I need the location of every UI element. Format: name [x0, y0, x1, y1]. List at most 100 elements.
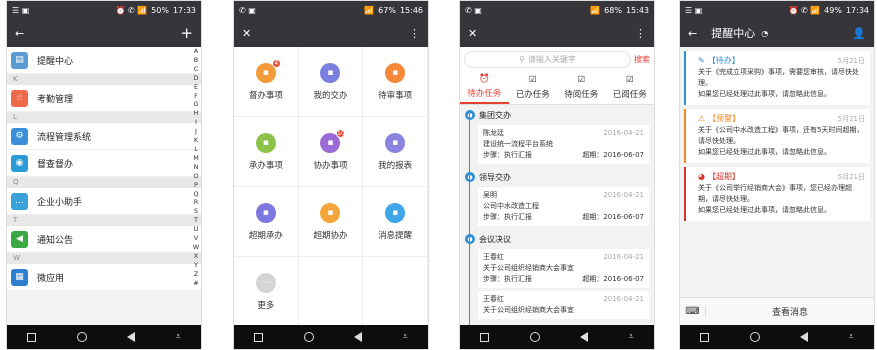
notification-icon[interactable]: ⩡ — [629, 332, 634, 342]
more-icon[interactable]: ⋮ — [635, 27, 646, 40]
grid-cell[interactable]: ▪ 超期承办 — [234, 187, 299, 257]
back-nav-icon[interactable] — [127, 332, 136, 342]
alphabet-index[interactable]: A B C D E F G H I J K L M N O P Q R S T U V W X Y Z # — [191, 47, 201, 287]
back-icon[interactable]: ← — [688, 27, 697, 40]
task-card[interactable]: 吴明 2016-04-21 公司中水改造工程 步骤：执行汇报 超期：2016-06-07 — [478, 187, 649, 226]
reminder-date: 5月21日 — [837, 173, 865, 181]
recent-apps-icon[interactable] — [700, 332, 710, 342]
list-item[interactable]: ◀ 通知公告 — [7, 226, 201, 253]
notification-icon[interactable]: ⩡ — [176, 332, 181, 342]
home-icon[interactable] — [529, 332, 540, 342]
function-icon: ▪ — [320, 202, 341, 223]
task-date: 2016-04-21 — [603, 129, 644, 137]
index-letter[interactable]: N — [194, 163, 199, 172]
index-letter[interactable]: # — [193, 279, 198, 288]
index-letter[interactable]: D — [193, 74, 198, 83]
index-letter[interactable]: S — [194, 207, 198, 216]
index-letter[interactable]: V — [194, 234, 198, 243]
list-item-label: 督查督办 — [37, 159, 74, 170]
grid-cell[interactable]: ▪ 超期协办 — [298, 187, 364, 257]
index-letter[interactable]: M — [193, 154, 199, 163]
search-input[interactable]: ⚲ 请输入关键字 — [464, 50, 631, 68]
reminder-card[interactable]: ✎ 【待办】 5月21日 关于《完成立项采购》事项，需要您审核，请尽快处理。 如果您已经… — [684, 51, 870, 105]
tab-item[interactable]: ⏰ 待办任务 — [460, 71, 509, 104]
home-icon[interactable] — [76, 332, 87, 342]
tab-item[interactable]: ☑ 已办任务 — [509, 71, 558, 104]
reminder-card[interactable]: ◕ 【超期】 5月21日 关于《公司举行经销商大会》事项，您已经办理超期，请尽快处理。… — [684, 167, 870, 221]
task-card[interactable]: 王春红 2016-04-21 关于公司组织经销商大会事宜 — [478, 291, 649, 319]
grid-cell[interactable]: ⋯ 更多 — [234, 257, 299, 327]
index-letter[interactable]: X — [194, 252, 198, 261]
grid-cell[interactable]: ▪ 10 协办事项 — [298, 117, 364, 187]
index-letter[interactable]: F — [194, 92, 198, 101]
close-icon[interactable]: ✕ — [468, 27, 477, 40]
tab-item[interactable]: ☑ 待阅任务 — [557, 71, 606, 104]
task-card[interactable]: 陈龙廷 2016-04-21 建设统一流程平台系统 步骤：执行汇报 超期：2016-06… — [478, 125, 649, 164]
home-icon[interactable] — [749, 332, 760, 342]
tab-item[interactable]: ☑ 已阅任务 — [606, 71, 655, 104]
keyboard-icon[interactable]: ⌨ — [680, 306, 706, 317]
list-item[interactable]: ⚙ 流程管理系统 — [7, 123, 201, 150]
list-item[interactable]: ▦ 微应用 — [7, 264, 201, 291]
index-letter[interactable]: K — [194, 136, 198, 145]
list-item[interactable]: … 企业小助手 — [7, 188, 201, 215]
index-letter[interactable]: U — [194, 225, 199, 234]
index-letter[interactable]: A — [194, 47, 198, 56]
index-letter[interactable]: Z — [194, 270, 198, 279]
grid-cell[interactable]: ▪ 4 督办事项 — [234, 47, 299, 117]
grid-cell[interactable]: ▪ 消息提醒 — [363, 187, 428, 257]
recent-apps-icon[interactable] — [27, 332, 37, 342]
battery-level: 50% — [151, 5, 169, 15]
view-messages-button[interactable]: 查看消息 — [706, 305, 874, 318]
back-nav-icon[interactable] — [354, 332, 363, 342]
grid-cell[interactable]: ▪ 承办事项 — [234, 117, 299, 187]
list-item[interactable]: ◉ 督查督办 — [7, 150, 201, 177]
notification-icon[interactable]: ⩡ — [849, 332, 854, 342]
recent-apps-icon[interactable] — [254, 332, 264, 342]
index-letter[interactable]: J — [195, 127, 197, 136]
index-letter[interactable]: R — [194, 198, 199, 207]
grid-cell[interactable]: ▪ 待审事项 — [363, 47, 428, 117]
index-letter[interactable]: W — [193, 243, 199, 252]
notification-icon[interactable]: ⩡ — [403, 332, 408, 342]
phone-reminder-center: ☰ ▣ ⏰ ✆ 📶 49% 17:34 ← 提醒中心 ◔ 👤 ✎ 【待办】 5月21日 关于《完成… — [679, 0, 875, 350]
index-letter[interactable]: T — [194, 216, 198, 225]
add-icon[interactable]: + — [180, 24, 193, 42]
grid-cell[interactable]: ▪ 我的报表 — [363, 117, 428, 187]
page-title: 提醒中心 — [711, 27, 756, 40]
index-letter[interactable]: C — [194, 65, 199, 74]
close-icon[interactable]: ✕ — [242, 27, 251, 40]
grid-cell[interactable]: ▪ 我的交办 — [298, 47, 364, 117]
index-letter[interactable]: L — [194, 145, 198, 154]
index-letter[interactable]: I — [195, 118, 197, 127]
search-button[interactable]: 搜索 — [634, 54, 650, 65]
app-bar: ← + — [7, 19, 201, 47]
search-icon: ⚲ — [519, 54, 525, 64]
back-nav-icon[interactable] — [580, 332, 589, 342]
task-card[interactable]: 王春红 2016-04-21 关于公司组织经销商大会事宜 步骤：执行汇报 超期：2016… — [478, 249, 649, 288]
grid-cell-label: 超期协办 — [313, 230, 348, 241]
index-letter[interactable]: P — [194, 181, 198, 190]
index-letter[interactable]: G — [193, 100, 198, 109]
index-letter[interactable]: B — [194, 56, 198, 65]
more-icon[interactable]: ⋮ — [409, 27, 420, 40]
group-header: K — [7, 74, 201, 85]
tab-label: 待办任务 — [467, 89, 502, 99]
profile-icon[interactable]: 👤 — [852, 27, 866, 40]
index-letter[interactable]: O — [193, 172, 198, 181]
index-letter[interactable]: Y — [194, 261, 198, 270]
list-item[interactable]: ☝ 考勤管理 — [7, 85, 201, 112]
recent-apps-icon[interactable] — [480, 332, 490, 342]
index-letter[interactable]: E — [194, 83, 198, 92]
app-icon: ▦ — [11, 268, 28, 286]
home-icon[interactable] — [303, 332, 314, 342]
back-icon[interactable]: ← — [15, 27, 24, 40]
index-letter[interactable]: H — [194, 109, 199, 118]
grid-cell-label: 更多 — [257, 300, 275, 311]
list-item[interactable]: ▤ 提醒中心 — [7, 47, 201, 74]
grid-cell-label: 我的交办 — [313, 90, 348, 101]
reminder-card[interactable]: ⚠ 【预警】 5月21日 关于《公司中水改造工程》事项，还有5天时间超期，请尽快处理。… — [684, 109, 870, 163]
section-header: ● 集团交办 — [460, 105, 654, 125]
back-nav-icon[interactable] — [800, 332, 809, 342]
index-letter[interactable]: Q — [193, 190, 198, 199]
